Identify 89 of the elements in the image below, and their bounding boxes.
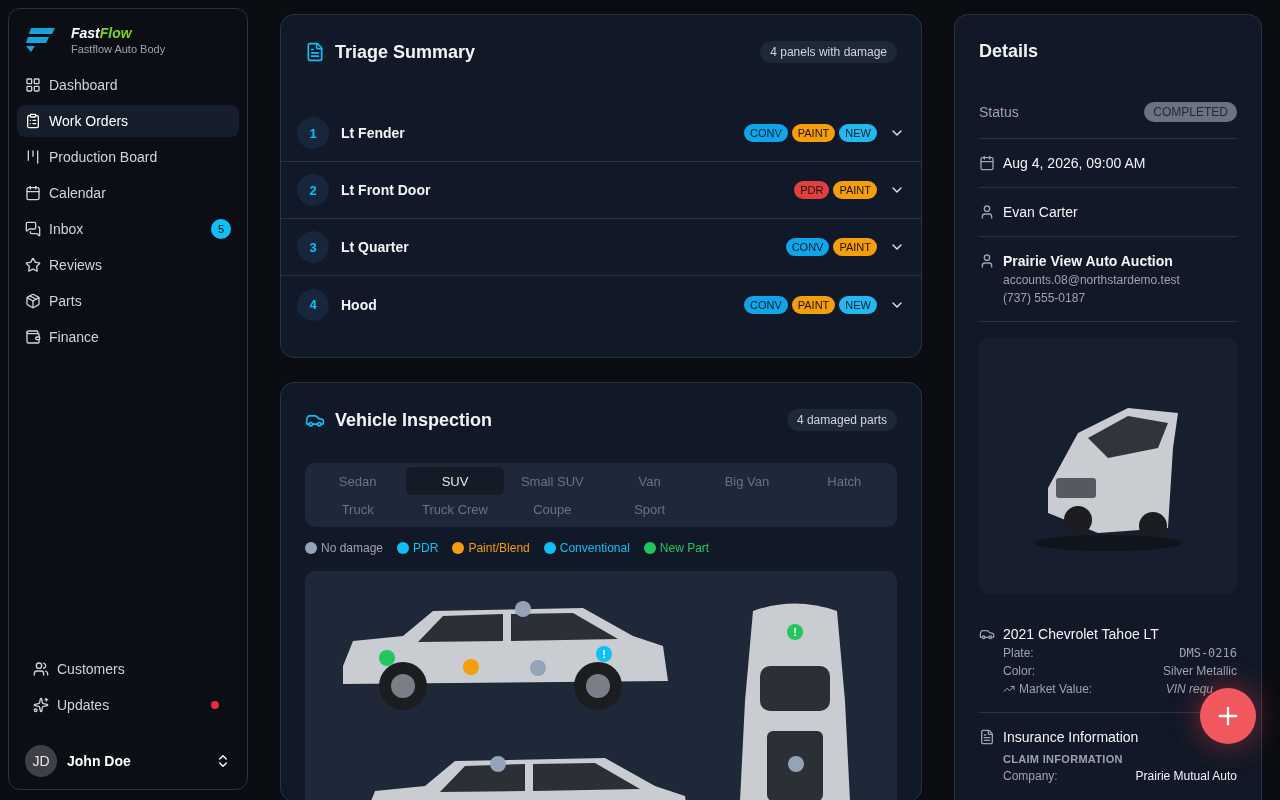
nav-label: Customers xyxy=(57,661,126,677)
repair-tag: CONV xyxy=(785,238,830,256)
panel-number: 3 xyxy=(297,231,329,263)
panel-title: Details xyxy=(979,41,1040,62)
nav-item[interactable]: Inbox 5 xyxy=(17,213,239,245)
field-value: DMS-0216 xyxy=(1179,646,1237,660)
nav-label: Inbox xyxy=(49,221,85,237)
panel-name: Lt Front Door xyxy=(341,182,432,198)
appointment-date: Aug 4, 2026, 09:00 AM xyxy=(1003,155,1146,171)
panel-number: 4 xyxy=(297,288,329,321)
nav-item[interactable]: Dashboard xyxy=(17,69,239,101)
nav-item[interactable]: Reviews xyxy=(17,249,239,281)
field-value: Silver Metallic xyxy=(1163,664,1237,678)
box-icon xyxy=(25,293,41,309)
logo-icon xyxy=(25,28,55,52)
field-value: VIN requ xyxy=(1165,682,1214,696)
section-heading: CLAIM INFORMATION xyxy=(1003,753,1124,765)
document-icon xyxy=(305,42,325,62)
nav-label: Reviews xyxy=(49,257,103,273)
brand-subtitle: Fastflow Auto Body xyxy=(71,43,166,55)
legend-label: Paint/Blend xyxy=(468,541,530,555)
repair-tag: NEW xyxy=(839,124,877,142)
damage-count: 4 panels with damage xyxy=(760,41,897,63)
status-label: Status xyxy=(979,104,1019,120)
users-icon xyxy=(33,661,49,677)
nav-label: Updates xyxy=(57,697,111,713)
repair-tag: NEW xyxy=(839,295,877,314)
damage-count: 4 damaged parts xyxy=(786,409,897,431)
nav-item[interactable]: Finance xyxy=(17,321,239,353)
panel-name: Lt Quarter xyxy=(341,239,410,255)
legend-label: PDR xyxy=(413,541,439,555)
legend-label: No damage xyxy=(321,541,384,555)
nav-label: Parts xyxy=(49,293,83,309)
calendar-icon xyxy=(979,155,995,171)
repair-tag: PAINT xyxy=(791,295,836,314)
customer-phone: (737) 555-0187 xyxy=(1003,291,1087,305)
trend-icon xyxy=(1003,683,1015,695)
nav-item[interactable]: Updates xyxy=(25,689,239,721)
vehicle-type-tab[interactable]: SUV xyxy=(406,467,504,495)
field-label: Company: xyxy=(1003,769,1058,783)
document-icon xyxy=(979,729,995,745)
nav-item[interactable]: Calendar xyxy=(17,177,239,209)
person-icon xyxy=(979,204,995,220)
panel-number: 2 xyxy=(297,174,329,206)
advisor-name: Evan Carter xyxy=(1003,204,1078,220)
nav-label: Calendar xyxy=(49,185,107,201)
customer-email: accounts.08@northstardemo.test xyxy=(1003,273,1181,287)
field-label: Market Value: xyxy=(1003,682,1093,696)
count-badge: 5 xyxy=(211,219,231,239)
brand-name: FastFlow xyxy=(71,25,134,41)
field-label: Color: xyxy=(1003,664,1035,678)
nav-item[interactable]: Parts xyxy=(17,285,239,317)
customer-name: Prairie View Auto Auction xyxy=(1003,253,1174,269)
nav-item[interactable]: Work Orders xyxy=(17,105,239,137)
nav-item[interactable]: Customers xyxy=(25,653,239,685)
repair-tag: PAINT xyxy=(833,181,877,199)
clipboard-icon xyxy=(25,113,41,129)
legend-label: New Part xyxy=(659,541,710,555)
status-badge: COMPLETED xyxy=(1144,102,1237,122)
wallet-icon xyxy=(25,329,41,345)
panel-name: Hood xyxy=(341,296,378,313)
repair-tag: CONV xyxy=(743,295,788,314)
panel-number: 1 xyxy=(297,117,329,149)
repair-tag: PDR xyxy=(794,181,830,199)
nav-label: Finance xyxy=(49,329,100,345)
nav-label: Production Board xyxy=(49,149,159,165)
nav-item[interactable]: Production Board xyxy=(17,141,239,173)
calendar-icon xyxy=(25,185,41,201)
card-title: Vehicle Inspection xyxy=(335,409,494,431)
panel-name: Lt Fender xyxy=(341,125,406,141)
card-title: Triage Summary xyxy=(335,41,477,63)
section-title: Insurance Information xyxy=(1003,729,1140,745)
chat-icon xyxy=(25,221,41,237)
grid-icon xyxy=(25,77,41,93)
nav-label: Work Orders xyxy=(49,113,130,129)
field-value: Prairie Mutual Auto xyxy=(1135,769,1237,783)
star-icon xyxy=(25,257,41,273)
vehicle-name: 2021 Chevrolet Tahoe LT xyxy=(1003,626,1160,642)
repair-tag: PAINT xyxy=(791,124,836,142)
bars-icon xyxy=(25,149,41,165)
nav-label: Dashboard xyxy=(49,77,119,93)
legend-label: Conventional xyxy=(559,541,630,555)
avatar: JD xyxy=(25,745,57,777)
field-label: Plate: xyxy=(1003,646,1034,660)
person-icon xyxy=(979,253,995,269)
repair-tag: CONV xyxy=(743,124,788,142)
sparkles-icon xyxy=(33,697,49,713)
user-menu[interactable]: JD John Doe xyxy=(17,745,239,777)
repair-tag: PAINT xyxy=(833,238,877,256)
